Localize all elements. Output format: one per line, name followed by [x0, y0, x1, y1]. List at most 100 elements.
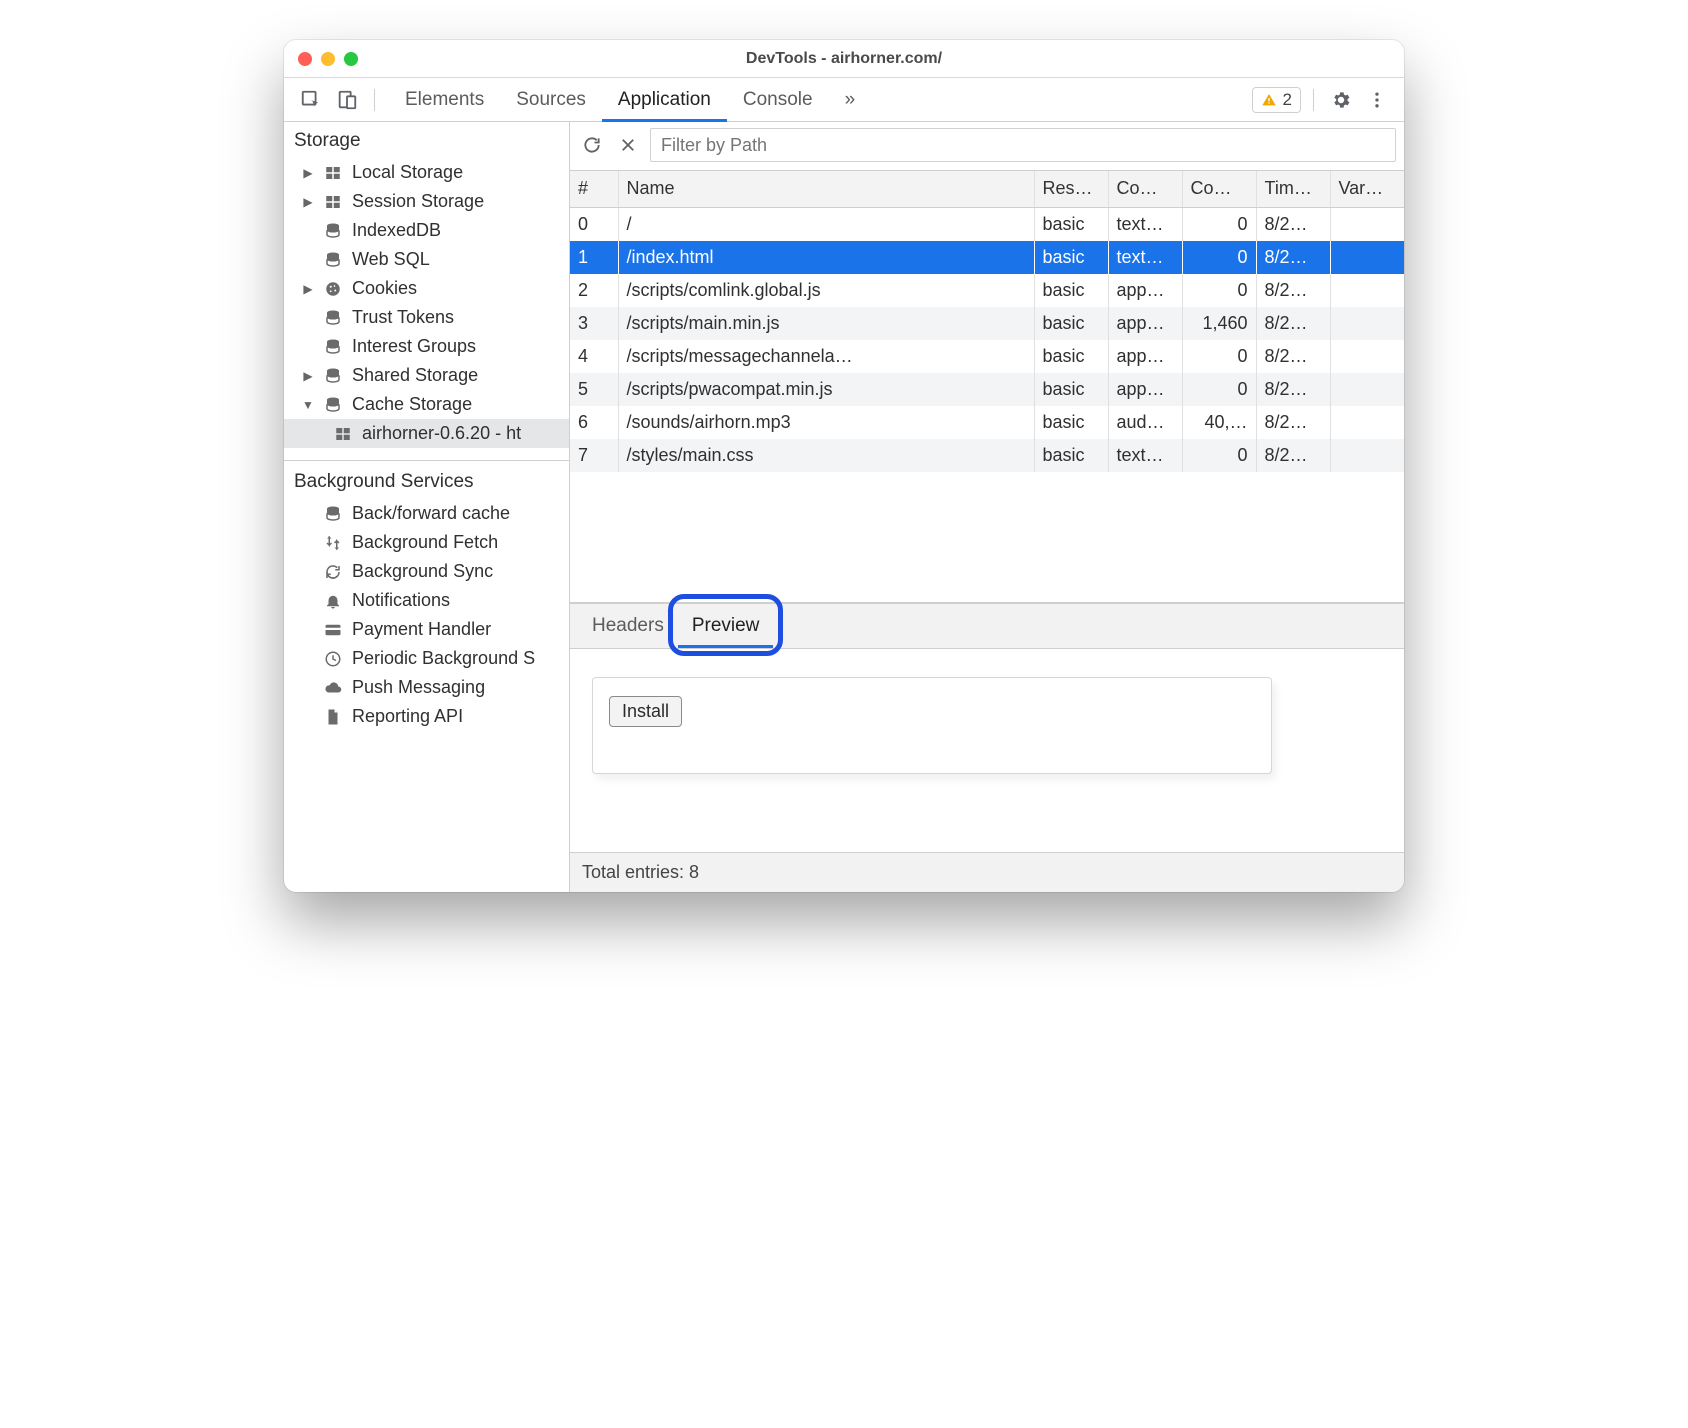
sidebar-item-shared-storage[interactable]: ▶Shared Storage	[284, 361, 569, 390]
column-header[interactable]: Var…	[1330, 171, 1404, 207]
cache-storage-pane: #NameRes…Co…Co…Tim…Var… 0/basictext…08/2…	[570, 122, 1404, 892]
column-header[interactable]: Co…	[1182, 171, 1256, 207]
filter-input[interactable]	[650, 128, 1396, 162]
table-row[interactable]: 3/scripts/main.min.jsbasicapp…1,4608/2…	[570, 307, 1404, 340]
cell: app…	[1108, 373, 1182, 406]
table-row[interactable]: 6/sounds/airhorn.mp3basicaud…40,…8/2…	[570, 406, 1404, 439]
separator	[374, 89, 375, 111]
sidebar-item-reporting-api[interactable]: Reporting API	[284, 702, 569, 731]
refresh-icon[interactable]	[578, 131, 606, 159]
cell	[1330, 439, 1404, 472]
cell: 8/2…	[1256, 340, 1330, 373]
sidebar-item-interest-groups[interactable]: Interest Groups	[284, 332, 569, 361]
cell: 8/2…	[1256, 274, 1330, 307]
cell: /index.html	[618, 241, 1034, 274]
sidebar-item-payment-handler[interactable]: Payment Handler	[284, 615, 569, 644]
sidebar-item-local-storage[interactable]: ▶ Local Storage	[284, 158, 569, 187]
chevron-right-icon[interactable]: ▶	[302, 195, 314, 209]
cell: 5	[570, 373, 618, 406]
details-tab-preview[interactable]: Preview	[678, 604, 774, 648]
table-row[interactable]: 2/scripts/comlink.global.jsbasicapp…08/2…	[570, 274, 1404, 307]
column-header[interactable]: Tim…	[1256, 171, 1330, 207]
tab-overflow[interactable]: »	[829, 78, 872, 122]
window-title: DevTools - airhorner.com/	[284, 50, 1404, 68]
settings-gear-icon[interactable]	[1326, 85, 1356, 115]
sidebar-item-label: Push Messaging	[352, 677, 485, 698]
separator	[1313, 89, 1314, 111]
column-header[interactable]: Name	[618, 171, 1034, 207]
cell: 8/2…	[1256, 406, 1330, 439]
devtools-window: DevTools - airhorner.com/ Elements Sourc…	[284, 40, 1404, 892]
sidebar-item-airhorner-0-6-20-ht[interactable]: airhorner-0.6.20 - ht	[284, 419, 569, 448]
separator	[284, 460, 569, 461]
cell: basic	[1034, 439, 1108, 472]
grid-icon	[322, 164, 344, 182]
column-header[interactable]: #	[570, 171, 618, 207]
sidebar-item-cache-storage[interactable]: ▼Cache Storage	[284, 390, 569, 419]
status-bar: Total entries: 8	[570, 852, 1404, 892]
sidebar-item-background-sync[interactable]: Background Sync	[284, 557, 569, 586]
column-header[interactable]: Co…	[1108, 171, 1182, 207]
cell: basic	[1034, 274, 1108, 307]
sidebar-item-label: Local Storage	[352, 162, 463, 183]
table-row[interactable]: 4/scripts/messagechannela…basicapp…08/2…	[570, 340, 1404, 373]
column-header[interactable]: Res…	[1034, 171, 1108, 207]
tab-console[interactable]: Console	[727, 78, 829, 122]
storage-tree: ▶ Local Storage ▶ Session Storage IndexedDBW…	[284, 158, 569, 454]
cell: 0	[1182, 439, 1256, 472]
table-row[interactable]: 0/basictext…08/2…	[570, 207, 1404, 241]
table-row[interactable]: 5/scripts/pwacompat.min.jsbasicapp…08/2…	[570, 373, 1404, 406]
cell: app…	[1108, 307, 1182, 340]
clear-icon[interactable]	[614, 131, 642, 159]
tab-elements[interactable]: Elements	[389, 78, 500, 122]
cell: /	[618, 207, 1034, 241]
sidebar-item-trust-tokens[interactable]: Trust Tokens	[284, 303, 569, 332]
inspect-element-icon[interactable]	[296, 85, 326, 115]
device-toolbar-icon[interactable]	[332, 85, 362, 115]
sidebar-item-background-fetch[interactable]: Background Fetch	[284, 528, 569, 557]
install-button[interactable]: Install	[609, 696, 682, 727]
warnings-badge[interactable]: 2	[1252, 87, 1301, 113]
details-tabs: Headers Preview	[570, 603, 1404, 649]
kebab-menu-icon[interactable]	[1362, 85, 1392, 115]
chevron-right-icon[interactable]: ▶	[302, 166, 314, 180]
cell: 40,…	[1182, 406, 1256, 439]
cloud-icon	[322, 679, 344, 697]
cell: 7	[570, 439, 618, 472]
table-row[interactable]: 7/styles/main.cssbasictext…08/2…	[570, 439, 1404, 472]
sidebar-item-push-messaging[interactable]: Push Messaging	[284, 673, 569, 702]
cell	[1330, 207, 1404, 241]
sidebar-item-label: airhorner-0.6.20 - ht	[362, 423, 521, 444]
cache-table: #NameRes…Co…Co…Tim…Var… 0/basictext…08/2…	[570, 170, 1404, 603]
sidebar-item-session-storage[interactable]: ▶ Session Storage	[284, 187, 569, 216]
bell-icon	[322, 592, 344, 610]
chevron-right-icon[interactable]: ▶	[302, 282, 314, 296]
cell: /scripts/messagechannela…	[618, 340, 1034, 373]
details-tab-headers[interactable]: Headers	[578, 604, 678, 648]
cell: /scripts/comlink.global.js	[618, 274, 1034, 307]
tab-application[interactable]: Application	[602, 78, 727, 122]
chevron-right-icon[interactable]: ▶	[302, 369, 314, 383]
cell	[1330, 307, 1404, 340]
sidebar-item-label: Session Storage	[352, 191, 484, 212]
chevron-down-icon[interactable]: ▼	[302, 398, 314, 412]
db-icon	[322, 222, 344, 240]
panel-body: Storage ▶Local Storage▶Session StorageIn…	[284, 122, 1404, 892]
sidebar-item-periodic-background-s[interactable]: Periodic Background S	[284, 644, 569, 673]
sidebar-item-label: Cookies	[352, 278, 417, 299]
cell: 0	[1182, 373, 1256, 406]
cell: 8/2…	[1256, 241, 1330, 274]
sidebar-item-cookies[interactable]: ▶ Cookies	[284, 274, 569, 303]
cell	[1330, 274, 1404, 307]
sidebar-item-notifications[interactable]: Notifications	[284, 586, 569, 615]
cell	[1330, 241, 1404, 274]
tab-sources[interactable]: Sources	[500, 78, 602, 122]
cell: 8/2…	[1256, 207, 1330, 241]
table-row[interactable]: 1/index.htmlbasictext…08/2…	[570, 241, 1404, 274]
sidebar-item-back-forward-cache[interactable]: Back/forward cache	[284, 499, 569, 528]
sidebar-item-label: Background Fetch	[352, 532, 498, 553]
sidebar-item-indexeddb[interactable]: IndexedDB	[284, 216, 569, 245]
sidebar-item-web-sql[interactable]: Web SQL	[284, 245, 569, 274]
details-body: Install	[570, 649, 1404, 853]
db-icon	[322, 505, 344, 523]
